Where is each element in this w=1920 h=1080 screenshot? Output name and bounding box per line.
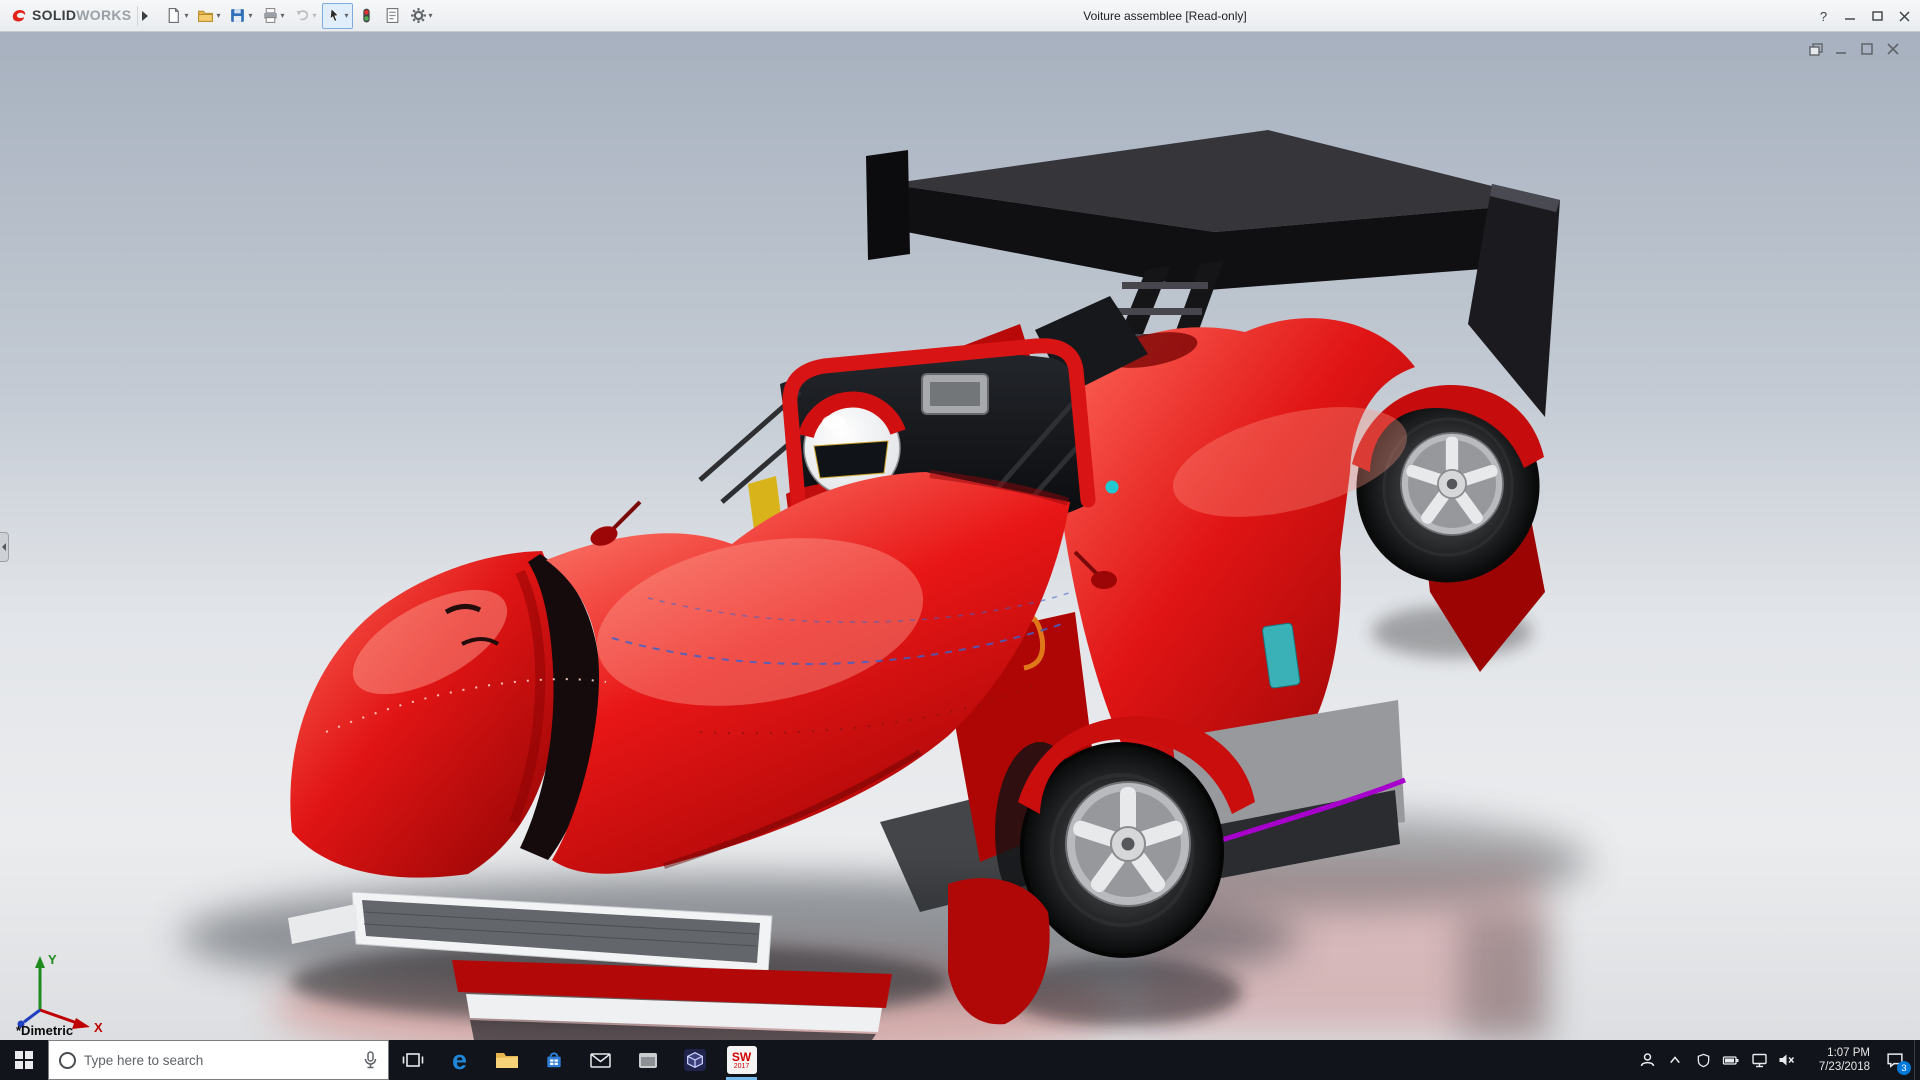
- dassault-systemes-logo: [12, 9, 26, 21]
- microphone-icon[interactable]: [363, 1051, 378, 1069]
- show-desktop-button[interactable]: [1914, 1040, 1920, 1080]
- window-minimize-icon[interactable]: [1833, 42, 1850, 57]
- dropdown-caret-icon[interactable]: ▾: [248, 11, 252, 20]
- model-3d-view: [0, 32, 1920, 1040]
- cube-app-icon: [683, 1049, 706, 1071]
- dropdown-caret-icon[interactable]: ▾: [184, 11, 188, 20]
- new-document-icon: [169, 8, 180, 23]
- file-explorer-icon: [495, 1053, 518, 1068]
- brand-text-solid: SOLID: [32, 6, 77, 23]
- close-icon: [1899, 11, 1910, 21]
- maximize-button[interactable]: [1864, 3, 1891, 29]
- windows-logo-icon: [15, 1051, 33, 1069]
- start-button[interactable]: [0, 1040, 48, 1080]
- notification-count-badge: 3: [1897, 1061, 1911, 1075]
- ethernet-icon[interactable]: [1746, 1040, 1772, 1080]
- task-view-button[interactable]: [389, 1040, 436, 1080]
- taskbar-item-store[interactable]: [530, 1040, 577, 1080]
- feature-tree-flyout-tab[interactable]: [0, 532, 9, 562]
- triad-y-label: Y: [48, 952, 57, 967]
- store-bag-icon: [546, 1052, 561, 1068]
- save-button[interactable]: ▾: [225, 3, 256, 29]
- rebuild-traffic-light-icon: [362, 8, 370, 23]
- solidworks-icon: SW 2017: [726, 1046, 757, 1074]
- cortana-icon: [59, 1051, 76, 1069]
- people-icon[interactable]: [1634, 1040, 1660, 1080]
- new-document-button[interactable]: ▾: [161, 3, 192, 29]
- battery-icon[interactable]: [1718, 1040, 1744, 1080]
- clock-date: 7/23/2018: [1818, 1061, 1870, 1073]
- undo-button[interactable]: ▾: [290, 3, 321, 29]
- taskbar-search[interactable]: [48, 1040, 389, 1080]
- file-properties-button[interactable]: [380, 3, 405, 29]
- task-view-icon: [402, 1053, 423, 1067]
- dropdown-caret-icon[interactable]: ▾: [313, 11, 317, 20]
- close-button[interactable]: [1891, 3, 1918, 29]
- taskbar-item-edge[interactable]: e: [436, 1040, 483, 1080]
- open-folder-icon: [198, 10, 214, 22]
- dropdown-caret-icon[interactable]: ▾: [345, 11, 349, 20]
- view-orientation-label: *Dimetric: [16, 1023, 74, 1038]
- rebuild-button[interactable]: [354, 3, 379, 29]
- system-tray: [1634, 1040, 1802, 1080]
- select-cursor-icon: [329, 7, 339, 22]
- left-triangle-icon: [2, 543, 6, 551]
- edge-icon: e: [451, 1044, 468, 1075]
- document-title: Voiture assemblee [Read-only]: [1083, 9, 1247, 23]
- triad-x-label: X: [94, 1020, 103, 1034]
- save-floppy-icon: [231, 9, 245, 22]
- minimize-icon: [1845, 17, 1855, 20]
- open-button[interactable]: ▾: [193, 3, 224, 29]
- taskbar-item-solidworks[interactable]: SW 2017: [718, 1040, 765, 1080]
- right-triangle-icon: [141, 10, 148, 21]
- print-button[interactable]: ▾: [258, 3, 289, 29]
- select-button[interactable]: ▾: [321, 2, 353, 29]
- dropdown-caret-icon[interactable]: ▾: [429, 11, 433, 20]
- action-center-button[interactable]: 3: [1876, 1040, 1914, 1080]
- gear-icon: [410, 8, 426, 23]
- dropdown-caret-icon[interactable]: ▾: [281, 11, 285, 20]
- window-close-icon[interactable]: [1885, 42, 1902, 57]
- taskbar: e: [0, 1040, 1920, 1080]
- brand-text-works: WORKS: [76, 6, 132, 23]
- shield-icon[interactable]: [1690, 1040, 1716, 1080]
- app-window-icon: [638, 1052, 657, 1068]
- dropdown-caret-icon[interactable]: ▾: [216, 11, 220, 20]
- print-icon: [263, 8, 277, 23]
- taskbar-empty-space: [765, 1040, 1634, 1080]
- search-input[interactable]: [84, 1052, 355, 1068]
- taskbar-clock[interactable]: 1:07 PM 7/23/2018: [1802, 1040, 1876, 1080]
- hidden-icons-chevron[interactable]: [1662, 1040, 1688, 1080]
- window-controls: ?: [1810, 0, 1918, 32]
- title-bar: SOLIDWORKS ▾ ▾ ▾ ▾ ▾ ▾ ▾ Voiture assembl…: [0, 0, 1920, 32]
- undo-arrow-icon: [296, 10, 308, 21]
- clock-time: 1:07 PM: [1827, 1047, 1870, 1059]
- graphics-area[interactable]: Y X *Dimetric: [0, 32, 1920, 1040]
- maximize-icon: [1872, 10, 1883, 21]
- taskbar-item-mail[interactable]: [577, 1040, 624, 1080]
- minimize-button[interactable]: [1837, 3, 1864, 29]
- solidworks-brand: SOLIDWORKS: [0, 7, 137, 25]
- taskbar-item-app-cube[interactable]: [671, 1040, 718, 1080]
- window-restore-icon[interactable]: [1807, 42, 1824, 57]
- options-button[interactable]: ▾: [406, 3, 437, 29]
- taskbar-item-app-window[interactable]: [624, 1040, 671, 1080]
- taskbar-item-file-explorer[interactable]: [483, 1040, 530, 1080]
- menu-expand-arrow[interactable]: [137, 5, 151, 26]
- solidworks-window: SOLIDWORKS ▾ ▾ ▾ ▾ ▾ ▾ ▾ Voiture assembl…: [0, 0, 1920, 1080]
- mail-envelope-icon: [590, 1052, 611, 1068]
- volume-muted-icon[interactable]: [1774, 1040, 1800, 1080]
- window-maximize-icon[interactable]: [1859, 42, 1876, 57]
- document-window-controls: [1807, 42, 1902, 57]
- help-button[interactable]: ?: [1810, 3, 1837, 29]
- quick-access-toolbar: ▾ ▾ ▾ ▾ ▾ ▾ ▾: [161, 0, 436, 31]
- file-properties-icon: [386, 8, 398, 23]
